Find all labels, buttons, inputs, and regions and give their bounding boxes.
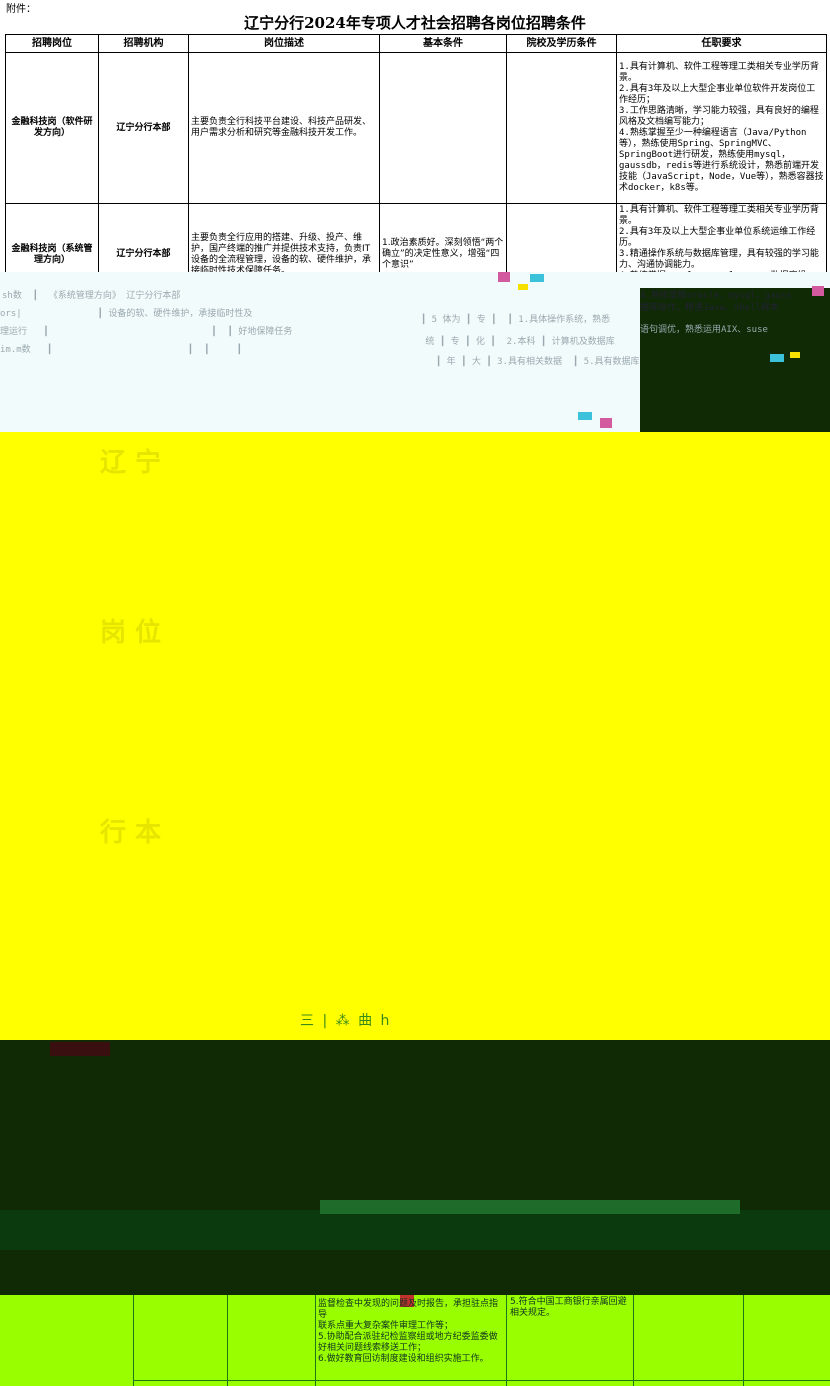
col-header-org: 招聘机构 xyxy=(98,34,189,53)
basic-cell xyxy=(379,52,507,204)
position-cell: 金融科技岗（软件研发方向） xyxy=(5,52,99,204)
duties-prefix: 监督检查中发现的问题及时报告，承担驻点指导 xyxy=(318,1299,499,1320)
education-cell xyxy=(506,52,617,204)
description-cell: 主要负责全行科技平台建设、科技产品研发、用户需求分析和研究等金融科技开发工作。 xyxy=(188,52,380,204)
col-header-description: 岗位描述 xyxy=(188,34,380,53)
basic-condition-text: 5.符合中国工商银行亲属回避相关规定。 xyxy=(510,1297,627,1318)
col-header-position: 招聘岗位 xyxy=(5,34,99,53)
org-cell: 辽宁分行本部 xyxy=(98,52,189,204)
glitch-band-green-table: 监督检查中发现的问题及时报告，承担驻点指导 联系点重大复杂案件审理工作等； 5.… xyxy=(0,1295,830,1386)
glitch-band-dark xyxy=(0,1040,830,1295)
document-title: 辽宁分行2024年专项人才社会招聘各岗位招聘条件 xyxy=(244,14,586,32)
glitch-band-yellow: 辽 宁 岗 位 行 本 三 | ⁂ 曲 h xyxy=(0,432,830,1040)
recruitment-table: 招聘岗位 招聘机构 岗位描述 基本条件 院校及学历条件 任职要求 金融科技岗（软… xyxy=(5,34,827,306)
col-header-basic: 基本条件 xyxy=(379,34,507,53)
requirements-cell: 1.具有计算机、软件工程等理工类相关专业学历背景。 2.具有3年及以上大型企事业… xyxy=(616,52,827,204)
col-header-education: 院校及学历条件 xyxy=(506,34,617,53)
table-row: 金融科技岗（软件研发方向） 辽宁分行本部 主要负责全行科技平台建设、科技产品研发… xyxy=(5,52,827,204)
col-header-requirements: 任职要求 xyxy=(616,34,827,53)
glitch-band-light: sh数 ┃ 《系统管理方向》 辽宁分行本部 ors| ┃ 设备的软、硬件维护，承… xyxy=(0,272,830,432)
table-header-row: 招聘岗位 招聘机构 岗位描述 基本条件 院校及学历条件 任职要求 xyxy=(5,34,827,53)
duties-text: 监督检查中发现的问题及时报告，承担驻点指导 联系点重大复杂案件审理工作等； 5.… xyxy=(318,1299,504,1365)
duties-lines: 联系点重大复杂案件审理工作等； 5.协助配合派驻纪检监察组或地方纪委监委做好相关… xyxy=(318,1321,498,1364)
